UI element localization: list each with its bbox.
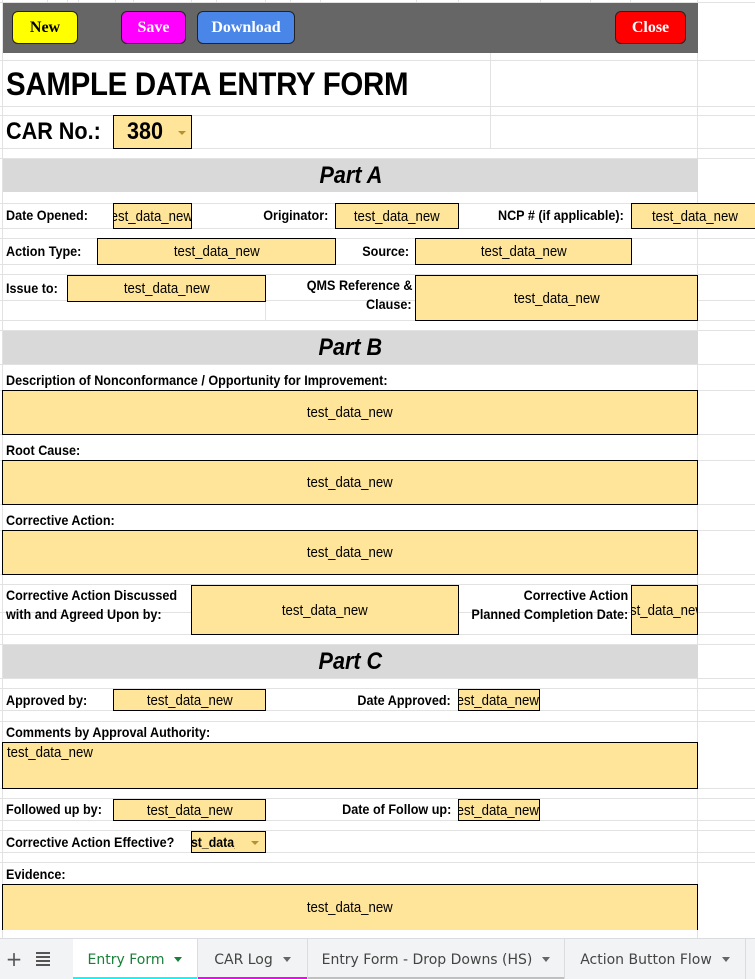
sheet-tab-bar: + Entry Form CAR Log Entry Form - Drop D…: [0, 938, 755, 979]
discussed-label-line1: Corrective Action Discussed: [6, 587, 178, 603]
tab-entry-form[interactable]: Entry Form: [73, 939, 198, 979]
tab-entry-form-drop-downs[interactable]: Entry Form - Drop Downs (HS): [308, 939, 565, 979]
source-field[interactable]: test_data_new: [415, 238, 632, 265]
followed-up-field[interactable]: test_data_new: [113, 799, 266, 821]
tab-label: CAR Log: [214, 951, 273, 968]
gridline: [0, 830, 755, 831]
date-approved-label: Date Approved:: [357, 692, 451, 708]
approved-by-label: Approved by:: [6, 692, 88, 708]
corrective-action-label: Corrective Action:: [6, 512, 115, 528]
spreadsheet-grid[interactable]: New Save Download Close SAMPLE DATA ENTR…: [0, 0, 755, 938]
effective-dropdown[interactable]: test_data_new: [191, 831, 266, 853]
planned-label-line1: Corrective Action: [523, 587, 628, 603]
ncp-label: NCP # (if applicable):: [498, 207, 624, 223]
section-header-part-b: Part B: [3, 331, 698, 364]
gridline: [0, 60, 755, 61]
planned-completion-date-field[interactable]: test_data_new: [631, 585, 698, 635]
tab-menu-caret-icon[interactable]: [282, 957, 291, 962]
gridline: [265, 300, 266, 320]
root-cause-field[interactable]: test_data_new: [2, 460, 698, 505]
dropdown-arrow-icon: [178, 131, 186, 135]
tab-car-log[interactable]: CAR Log: [198, 939, 308, 979]
tab-menu-caret-icon[interactable]: [721, 957, 730, 962]
tab-label: Action Button Flow: [580, 951, 712, 968]
followed-up-label: Followed up by:: [6, 801, 102, 817]
gridline: [490, 53, 491, 148]
date-approved-field[interactable]: test_data_new: [458, 689, 540, 711]
form-title: SAMPLE DATA ENTRY FORM: [6, 66, 409, 102]
section-header-part-c: Part C: [3, 645, 698, 678]
date-opened-field[interactable]: test_data_new: [113, 203, 192, 229]
gridline: [0, 852, 755, 853]
tab-label: Entry Form - Drop Downs (HS): [321, 951, 533, 968]
action-toolbar: [3, 3, 698, 53]
description-label: Description of Nonconformance / Opportun…: [6, 372, 388, 388]
close-button[interactable]: Close: [615, 11, 686, 44]
approved-by-field[interactable]: test_data_new: [113, 689, 266, 711]
tab-label: Entry Form: [87, 951, 165, 968]
tab-menu-caret-icon[interactable]: [542, 957, 551, 962]
qms-label-line1: QMS Reference &: [306, 277, 412, 293]
comments-field[interactable]: test_data_new: [2, 742, 698, 789]
effective-label: Corrective Action Effective?: [6, 834, 175, 850]
tab-action-button-flow[interactable]: Action Button Flow: [565, 939, 746, 979]
action-type-field[interactable]: test_data_new: [97, 238, 336, 265]
action-type-label: Action Type:: [6, 243, 82, 259]
all-sheets-list-icon[interactable]: [36, 952, 50, 966]
gridline: [0, 721, 755, 722]
originator-field[interactable]: test_data_new: [335, 203, 459, 229]
qms-label-line2: Clause:: [366, 296, 412, 312]
gridline: [0, 678, 755, 679]
new-button[interactable]: New: [12, 11, 78, 44]
issue-to-label: Issue to:: [6, 280, 58, 296]
save-button[interactable]: Save: [121, 11, 186, 44]
description-field[interactable]: test_data_new: [2, 390, 698, 435]
date-follow-up-label: Date of Follow up:: [341, 801, 451, 817]
originator-label: Originator:: [262, 207, 328, 223]
corrective-action-field[interactable]: test_data_new: [2, 530, 698, 575]
evidence-field[interactable]: test_data_new: [2, 884, 698, 930]
date-opened-label: Date Opened:: [6, 207, 88, 223]
source-label: Source:: [362, 243, 409, 259]
gridline: [0, 364, 755, 365]
gridline: [0, 862, 755, 863]
issue-to-field[interactable]: test_data_new: [67, 275, 266, 302]
car-no-dropdown[interactable]: 380: [113, 115, 192, 149]
car-no-value: 380: [127, 118, 164, 145]
car-no-label: CAR No.:: [6, 118, 101, 145]
section-header-part-a: Part A: [3, 159, 698, 192]
date-follow-up-field[interactable]: test_data_new: [458, 799, 540, 821]
discussed-agreed-field[interactable]: test_data_new: [191, 585, 459, 635]
tab-menu-caret-icon[interactable]: [174, 957, 183, 962]
planned-label-line2: Planned Completion Date:: [471, 606, 628, 622]
ncp-field[interactable]: test_data_new: [631, 203, 755, 229]
gridline: [0, 106, 755, 107]
discussed-label-line2: with and Agreed Upon by:: [6, 606, 162, 622]
dropdown-arrow-icon: [251, 841, 259, 845]
comments-label: Comments by Approval Authority:: [6, 724, 211, 740]
root-cause-label: Root Cause:: [6, 442, 81, 458]
qms-reference-field[interactable]: test_data_new: [415, 275, 698, 321]
add-sheet-plus-icon[interactable]: +: [6, 947, 23, 971]
evidence-label: Evidence:: [6, 866, 66, 882]
download-button[interactable]: Download: [197, 11, 295, 44]
